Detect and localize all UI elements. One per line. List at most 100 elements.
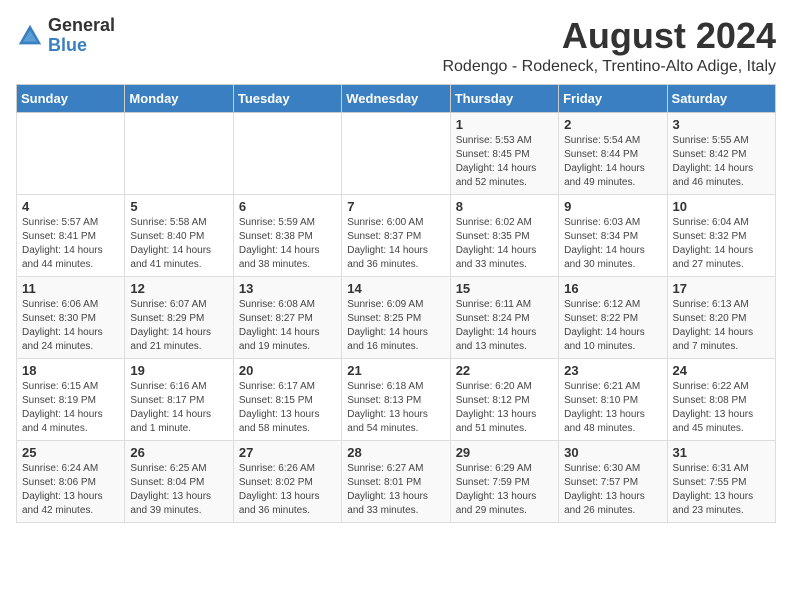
day-number: 21	[347, 363, 444, 378]
day-cell: 27Sunrise: 6:26 AM Sunset: 8:02 PM Dayli…	[233, 440, 341, 522]
day-details: Sunrise: 5:53 AM Sunset: 8:45 PM Dayligh…	[456, 134, 553, 190]
day-details: Sunrise: 6:08 AM Sunset: 8:27 PM Dayligh…	[239, 298, 336, 354]
day-cell: 7 Sunrise: 6:00 AM Sunset: 8:37 PM Daylig…	[342, 194, 450, 276]
week-row-3: 11Sunrise: 6:06 AM Sunset: 8:30 PM Dayli…	[17, 276, 776, 358]
day-details: Sunrise: 6:30 AM Sunset: 7:57 PM Dayligh…	[564, 462, 661, 518]
day-number: 28	[347, 445, 444, 460]
header-cell-friday: Friday	[559, 84, 667, 112]
day-cell	[342, 112, 450, 194]
day-details: Sunrise: 6:17 AM Sunset: 8:15 PM Dayligh…	[239, 380, 336, 436]
day-details: Sunrise: 6:27 AM Sunset: 8:01 PM Dayligh…	[347, 462, 444, 518]
day-cell: 9 Sunrise: 6:03 AM Sunset: 8:34 PM Daylig…	[559, 194, 667, 276]
calendar-body: 1 Sunrise: 5:53 AM Sunset: 8:45 PM Daylig…	[17, 112, 776, 522]
logo-blue: Blue	[48, 36, 115, 56]
day-cell: 21 Sunrise: 6:18 AM Sunset: 8:13 PM Dayli…	[342, 358, 450, 440]
day-cell: 3 Sunrise: 5:55 AM Sunset: 8:42 PM Daylig…	[667, 112, 775, 194]
title-section: August 2024 Rodengo - Rodeneck, Trentino…	[442, 16, 776, 76]
day-cell: 26Sunrise: 6:25 AM Sunset: 8:04 PM Dayli…	[125, 440, 233, 522]
day-details: Sunrise: 6:24 AM Sunset: 8:06 PM Dayligh…	[22, 462, 119, 518]
day-cell: 20 Sunrise: 6:17 AM Sunset: 8:15 PM Dayli…	[233, 358, 341, 440]
day-number: 18	[22, 363, 119, 378]
day-details: Sunrise: 6:09 AM Sunset: 8:25 PM Dayligh…	[347, 298, 444, 354]
day-cell: 4 Sunrise: 5:57 AM Sunset: 8:41 PM Daylig…	[17, 194, 125, 276]
day-details: Sunrise: 6:04 AM Sunset: 8:32 PM Dayligh…	[673, 216, 770, 272]
calendar-header: SundayMondayTuesdayWednesdayThursdayFrid…	[17, 84, 776, 112]
day-details: Sunrise: 6:29 AM Sunset: 7:59 PM Dayligh…	[456, 462, 553, 518]
day-cell: 12 Sunrise: 6:07 AM Sunset: 8:29 PM Dayli…	[125, 276, 233, 358]
day-number: 12	[130, 281, 227, 296]
day-cell	[17, 112, 125, 194]
logo: General Blue	[16, 16, 115, 56]
week-row-1: 1 Sunrise: 5:53 AM Sunset: 8:45 PM Daylig…	[17, 112, 776, 194]
logo-text: General Blue	[48, 16, 115, 56]
day-details: Sunrise: 6:20 AM Sunset: 8:12 PM Dayligh…	[456, 380, 553, 436]
day-cell	[233, 112, 341, 194]
day-cell: 29Sunrise: 6:29 AM Sunset: 7:59 PM Dayli…	[450, 440, 558, 522]
day-details: Sunrise: 6:07 AM Sunset: 8:29 PM Dayligh…	[130, 298, 227, 354]
day-cell: 8 Sunrise: 6:02 AM Sunset: 8:35 PM Daylig…	[450, 194, 558, 276]
day-details: Sunrise: 6:18 AM Sunset: 8:13 PM Dayligh…	[347, 380, 444, 436]
day-number: 14	[347, 281, 444, 296]
day-cell: 19Sunrise: 6:16 AM Sunset: 8:17 PM Dayli…	[125, 358, 233, 440]
header-cell-sunday: Sunday	[17, 84, 125, 112]
day-details: Sunrise: 6:00 AM Sunset: 8:37 PM Dayligh…	[347, 216, 444, 272]
day-number: 22	[456, 363, 553, 378]
day-cell: 6Sunrise: 5:59 AM Sunset: 8:38 PM Daylig…	[233, 194, 341, 276]
day-number: 4	[22, 199, 119, 214]
day-details: Sunrise: 5:57 AM Sunset: 8:41 PM Dayligh…	[22, 216, 119, 272]
day-cell: 30 Sunrise: 6:30 AM Sunset: 7:57 PM Dayli…	[559, 440, 667, 522]
logo-icon	[16, 22, 44, 50]
day-number: 25	[22, 445, 119, 460]
day-cell: 16 Sunrise: 6:12 AM Sunset: 8:22 PM Dayli…	[559, 276, 667, 358]
calendar-table: SundayMondayTuesdayWednesdayThursdayFrid…	[16, 84, 776, 523]
day-cell: 14 Sunrise: 6:09 AM Sunset: 8:25 PM Dayli…	[342, 276, 450, 358]
day-details: Sunrise: 6:02 AM Sunset: 8:35 PM Dayligh…	[456, 216, 553, 272]
day-number: 30	[564, 445, 661, 460]
day-number: 2	[564, 117, 661, 132]
day-number: 15	[456, 281, 553, 296]
day-details: Sunrise: 6:16 AM Sunset: 8:17 PM Dayligh…	[130, 380, 227, 436]
day-number: 13	[239, 281, 336, 296]
day-details: Sunrise: 6:12 AM Sunset: 8:22 PM Dayligh…	[564, 298, 661, 354]
day-cell: 11Sunrise: 6:06 AM Sunset: 8:30 PM Dayli…	[17, 276, 125, 358]
day-details: Sunrise: 6:03 AM Sunset: 8:34 PM Dayligh…	[564, 216, 661, 272]
day-details: Sunrise: 6:21 AM Sunset: 8:10 PM Dayligh…	[564, 380, 661, 436]
day-cell: 22 Sunrise: 6:20 AM Sunset: 8:12 PM Dayli…	[450, 358, 558, 440]
day-number: 3	[673, 117, 770, 132]
day-number: 24	[673, 363, 770, 378]
day-details: Sunrise: 5:55 AM Sunset: 8:42 PM Dayligh…	[673, 134, 770, 190]
day-number: 1	[456, 117, 553, 132]
week-row-4: 18Sunrise: 6:15 AM Sunset: 8:19 PM Dayli…	[17, 358, 776, 440]
day-cell: 17Sunrise: 6:13 AM Sunset: 8:20 PM Dayli…	[667, 276, 775, 358]
day-number: 17	[673, 281, 770, 296]
day-details: Sunrise: 5:58 AM Sunset: 8:40 PM Dayligh…	[130, 216, 227, 272]
day-cell: 28 Sunrise: 6:27 AM Sunset: 8:01 PM Dayli…	[342, 440, 450, 522]
day-details: Sunrise: 6:06 AM Sunset: 8:30 PM Dayligh…	[22, 298, 119, 354]
day-number: 20	[239, 363, 336, 378]
day-number: 16	[564, 281, 661, 296]
month-year-title: August 2024	[442, 16, 776, 56]
header-cell-thursday: Thursday	[450, 84, 558, 112]
day-cell: 2 Sunrise: 5:54 AM Sunset: 8:44 PM Daylig…	[559, 112, 667, 194]
header-cell-wednesday: Wednesday	[342, 84, 450, 112]
day-number: 8	[456, 199, 553, 214]
day-cell: 25 Sunrise: 6:24 AM Sunset: 8:06 PM Dayli…	[17, 440, 125, 522]
day-number: 27	[239, 445, 336, 460]
day-number: 6	[239, 199, 336, 214]
week-row-2: 4 Sunrise: 5:57 AM Sunset: 8:41 PM Daylig…	[17, 194, 776, 276]
day-details: Sunrise: 6:11 AM Sunset: 8:24 PM Dayligh…	[456, 298, 553, 354]
day-cell: 31Sunrise: 6:31 AM Sunset: 7:55 PM Dayli…	[667, 440, 775, 522]
header-cell-monday: Monday	[125, 84, 233, 112]
day-details: Sunrise: 5:54 AM Sunset: 8:44 PM Dayligh…	[564, 134, 661, 190]
header-row: SundayMondayTuesdayWednesdayThursdayFrid…	[17, 84, 776, 112]
day-number: 26	[130, 445, 227, 460]
day-cell: 10Sunrise: 6:04 AM Sunset: 8:32 PM Dayli…	[667, 194, 775, 276]
day-cell: 18Sunrise: 6:15 AM Sunset: 8:19 PM Dayli…	[17, 358, 125, 440]
logo-general: General	[48, 16, 115, 36]
day-cell: 23Sunrise: 6:21 AM Sunset: 8:10 PM Dayli…	[559, 358, 667, 440]
day-cell: 1 Sunrise: 5:53 AM Sunset: 8:45 PM Daylig…	[450, 112, 558, 194]
day-number: 7	[347, 199, 444, 214]
header-cell-saturday: Saturday	[667, 84, 775, 112]
day-number: 9	[564, 199, 661, 214]
day-details: Sunrise: 6:22 AM Sunset: 8:08 PM Dayligh…	[673, 380, 770, 436]
